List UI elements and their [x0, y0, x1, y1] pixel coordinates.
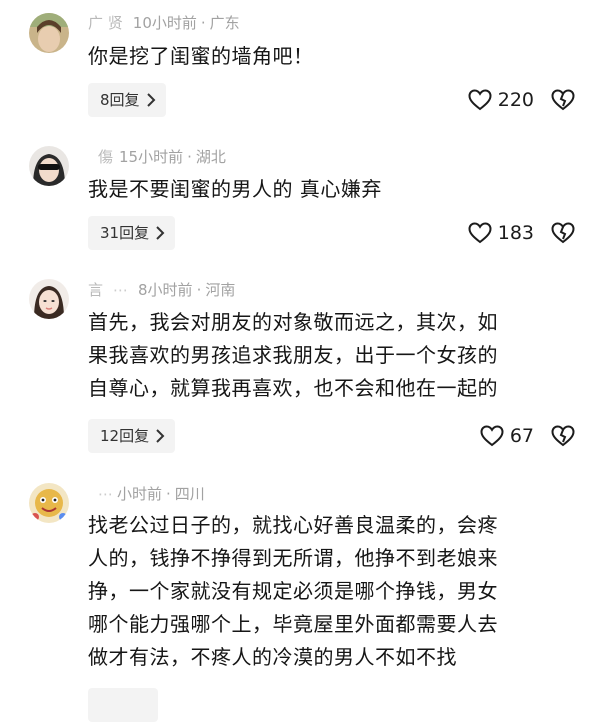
comment-meta: ⋯ 小时前 · 四川: [98, 485, 205, 503]
comment-text-line: 首先，我会对朋友的对象敬而远之，其次，如: [88, 310, 498, 334]
broken-heart-icon[interactable]: [551, 88, 575, 112]
avatar[interactable]: [29, 483, 69, 523]
like-count: 183: [497, 222, 534, 244]
like-button[interactable]: 183: [468, 216, 534, 250]
reply-count: 31回复: [100, 224, 150, 242]
comment-text-line: 挣，一个家就没有规定必须是哪个挣钱，男女: [88, 579, 498, 603]
heart-outline-icon: [468, 222, 492, 244]
comment-text-line: 果我喜欢的男孩追求我朋友，出于一个女孩的: [88, 343, 498, 367]
comment-text-line: 人的，钱挣不挣得到无所谓，他挣不到老娘来: [88, 546, 498, 570]
comment-time: 小时前: [117, 485, 163, 503]
avatar[interactable]: [29, 13, 69, 53]
comment-location: 湖北: [195, 148, 226, 166]
heart-outline-icon: [468, 89, 492, 111]
chevron-right-icon: [156, 429, 165, 443]
like-count: 67: [509, 425, 534, 447]
like-button[interactable]: 220: [468, 83, 534, 117]
comment-time: 8小时前: [138, 281, 193, 299]
comment-text-line: 做才有法，不疼人的冷漠的男人不如不找: [88, 645, 457, 669]
comment-text-line: 自尊心，就算我再喜欢，也不会和他在一起的: [88, 376, 498, 400]
comment-text: 你是挖了闺蜜的墙角吧！: [88, 40, 568, 73]
reply-count: 8回复: [100, 91, 140, 109]
avatar[interactable]: [29, 146, 69, 186]
chevron-right-icon: [156, 226, 165, 240]
comment-time: 10小时前: [132, 14, 197, 32]
broken-heart-icon[interactable]: [551, 221, 575, 245]
comment-text: 找老公过日子的，就找心好善良温柔的，会疼 人的，钱挣不挣得到无所谓，他挣不到老娘…: [88, 509, 568, 674]
view-replies-button[interactable]: 12回复: [88, 419, 176, 453]
view-replies-button[interactable]: 31回复: [88, 216, 176, 250]
like-count: 220: [497, 89, 534, 111]
comment-text-line: 我是不要闺蜜的男人的 真心嫌弃: [88, 177, 382, 201]
comment-meta: 傷 15小时前 · 湖北: [98, 148, 226, 166]
comment-location: 河南: [205, 281, 236, 299]
broken-heart-icon[interactable]: [551, 424, 575, 448]
reply-count: 12回复: [100, 427, 150, 445]
username[interactable]: 广 贤: [88, 14, 123, 32]
comment-meta: 广 贤 10小时前 · 广东: [88, 14, 240, 32]
comment-meta: 言 ⋯ 8小时前 · 河南: [88, 281, 236, 299]
comment-text-line: 找老公过日子的，就找心好善良温柔的，会疼: [88, 513, 498, 537]
avatar[interactable]: [29, 279, 69, 319]
comment-location: 广东: [209, 14, 240, 32]
comment-location: 四川: [174, 485, 205, 503]
comment-text-line: 你是挖了闺蜜的墙角吧！: [88, 44, 314, 68]
comment-text: 我是不要闺蜜的男人的 真心嫌弃: [88, 173, 568, 206]
heart-outline-icon: [480, 425, 504, 447]
like-button[interactable]: 67: [480, 419, 534, 453]
comment-text: 首先，我会对朋友的对象敬而远之，其次，如 果我喜欢的男孩追求我朋友，出于一个女孩…: [88, 306, 568, 405]
chevron-right-icon: [146, 93, 155, 107]
comment-time: 15小时前: [119, 148, 184, 166]
comment-text-line: 哪个能力强哪个上，毕竟屋里外面都需要人去: [88, 612, 498, 636]
view-replies-button[interactable]: 8回复: [88, 83, 166, 117]
username[interactable]: 言: [88, 281, 103, 299]
view-replies-button[interactable]: [88, 688, 158, 722]
